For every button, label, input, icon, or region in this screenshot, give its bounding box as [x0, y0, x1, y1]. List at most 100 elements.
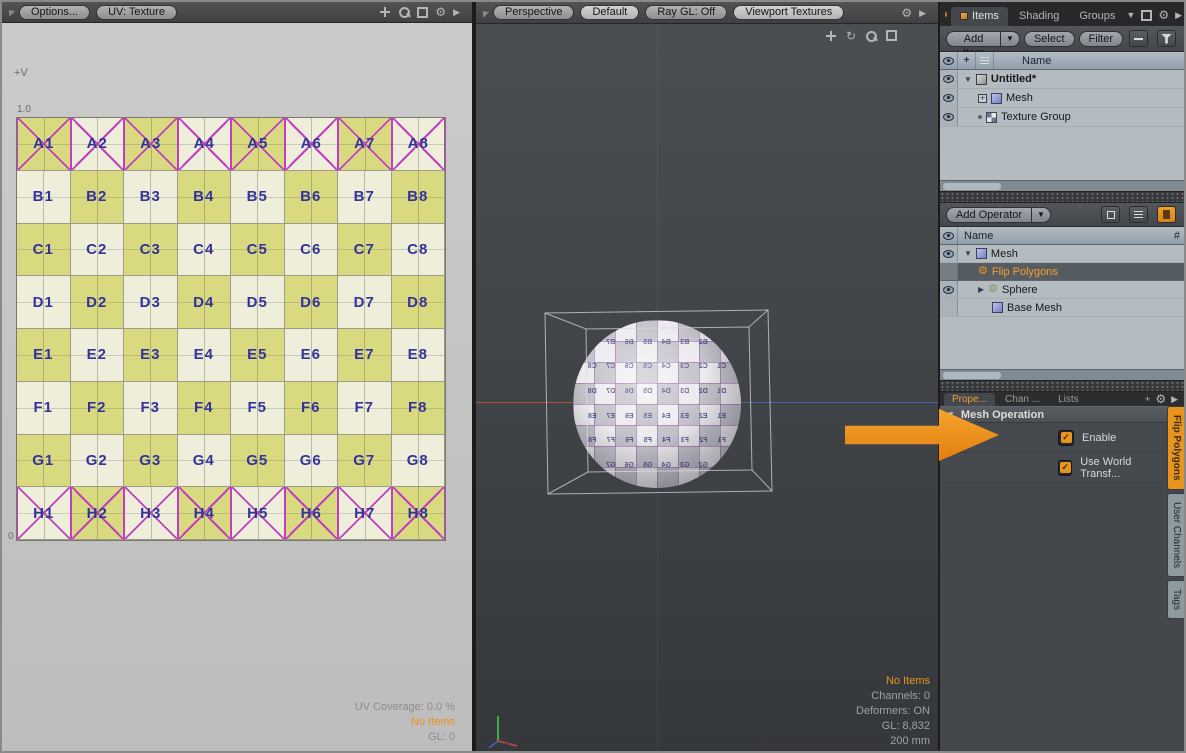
uv-cell-e6[interactable]: E6 [285, 329, 339, 382]
uv-cell-a4[interactable]: A4 [178, 118, 232, 171]
checkbox-use-world-transf[interactable]: ✓ [1058, 460, 1072, 476]
gear-icon[interactable]: ⚙ [1155, 393, 1166, 405]
count-column-header[interactable]: # [1174, 230, 1186, 242]
uv-cell-e2[interactable]: E2 [71, 329, 125, 382]
twist-right-icon[interactable]: ▶ [978, 285, 984, 294]
gear-icon[interactable]: ⚙ [1158, 9, 1169, 21]
list-row-base-mesh[interactable]: Base Mesh [940, 299, 1186, 317]
view-mode-button[interactable] [1101, 206, 1120, 223]
tab-channels[interactable]: Chan ... [997, 393, 1048, 406]
gear-icon[interactable]: ⚙ [901, 7, 912, 19]
uv-cell-h6[interactable]: H6 [285, 487, 339, 540]
uv-cell-h5[interactable]: H5 [231, 487, 285, 540]
uv-cell-e5[interactable]: E5 [231, 329, 285, 382]
ray-gl-button[interactable]: Ray GL: Off [645, 5, 727, 20]
uv-cell-e7[interactable]: E7 [338, 329, 392, 382]
uv-cell-c6[interactable]: C6 [285, 224, 339, 277]
tab-lists[interactable]: Lists [1050, 393, 1087, 406]
list-row-mesh[interactable]: ▼Mesh [940, 245, 1186, 263]
uv-cell-f5[interactable]: F5 [231, 382, 285, 435]
panel-menu-icon[interactable]: ▶ [919, 7, 926, 19]
name-column-header[interactable]: Name [958, 230, 993, 242]
maximize-icon[interactable] [886, 30, 897, 41]
uv-cell-a8[interactable]: A8 [392, 118, 446, 171]
uv-cell-a5[interactable]: A5 [231, 118, 285, 171]
uv-cell-b1[interactable]: B1 [17, 171, 71, 224]
panel-splitter[interactable] [940, 191, 1186, 203]
side-tab-user-channels[interactable]: User Channels [1167, 493, 1186, 577]
tab-items[interactable]: Items [951, 7, 1008, 26]
name-column-header[interactable]: Name [994, 55, 1051, 67]
viewport-textures-button[interactable]: Viewport Textures [733, 5, 844, 20]
uv-cell-a3[interactable]: A3 [124, 118, 178, 171]
uv-cell-f1[interactable]: F1 [17, 382, 71, 435]
tab-shading[interactable]: Shading [1010, 7, 1068, 26]
panel-menu-icon[interactable]: ▶ [1171, 393, 1178, 405]
uv-cell-g2[interactable]: G2 [71, 435, 125, 488]
select-button[interactable]: Select [1024, 31, 1075, 47]
options-button[interactable]: Options... [19, 5, 90, 20]
zoom-icon[interactable] [398, 6, 410, 18]
detach-icon[interactable] [1141, 10, 1152, 21]
uv-cell-d2[interactable]: D2 [71, 276, 125, 329]
uv-cell-g6[interactable]: G6 [285, 435, 339, 488]
uv-cell-f4[interactable]: F4 [178, 382, 232, 435]
uv-cell-a7[interactable]: A7 [338, 118, 392, 171]
uv-cell-e1[interactable]: E1 [17, 329, 71, 382]
panel-collapse-icon[interactable] [6, 7, 15, 16]
uv-cell-h7[interactable]: H7 [338, 487, 392, 540]
visibility-eye-icon[interactable] [940, 70, 958, 88]
uv-cell-d4[interactable]: D4 [178, 276, 232, 329]
zoom-icon[interactable] [865, 30, 877, 42]
operators-hscrollbar[interactable] [940, 369, 1186, 380]
uv-canvas[interactable]: +V 1.0 0.5 0 0.5 1.0 A1A2A3A4A5A6A7A8B1B… [2, 23, 472, 753]
uv-cell-f6[interactable]: F6 [285, 382, 339, 435]
filter-button[interactable]: Filter [1079, 31, 1123, 47]
visibility-eye-icon[interactable] [940, 108, 958, 126]
add-operator-dropdown-icon[interactable]: ▼ [1031, 207, 1051, 223]
uv-cell-c7[interactable]: C7 [338, 224, 392, 277]
visibility-eye-icon[interactable] [940, 245, 958, 262]
uv-cell-b8[interactable]: B8 [392, 171, 446, 224]
uv-cell-c8[interactable]: C8 [392, 224, 446, 277]
visibility-column-header[interactable] [940, 227, 958, 244]
uv-cell-d1[interactable]: D1 [17, 276, 71, 329]
shading-mode-button[interactable]: Default [580, 5, 639, 20]
panel-collapse-icon[interactable] [480, 8, 489, 17]
collapse-all-button[interactable] [1129, 30, 1148, 47]
pan-icon[interactable] [379, 6, 391, 18]
uv-cell-h4[interactable]: H4 [178, 487, 232, 540]
list-mode-button[interactable] [1129, 206, 1148, 223]
uv-cell-b6[interactable]: B6 [285, 171, 339, 224]
add-tab-icon[interactable]: + [1145, 393, 1150, 405]
new-tab-icon[interactable]: ▼ [1126, 9, 1135, 21]
add-column-header[interactable]: + [958, 52, 976, 69]
visibility-column-header[interactable] [940, 52, 958, 69]
panel-menu-icon[interactable]: ▶ [1175, 9, 1182, 21]
uv-cell-c1[interactable]: C1 [17, 224, 71, 277]
uv-cell-g7[interactable]: G7 [338, 435, 392, 488]
orbit-icon[interactable]: ↻ [846, 30, 856, 42]
mesh-operation-section-header[interactable]: ▼ Mesh Operation [940, 406, 1186, 423]
uv-cell-e3[interactable]: E3 [124, 329, 178, 382]
panel-splitter[interactable] [940, 380, 1186, 392]
expand-plus-icon[interactable]: + [978, 94, 987, 103]
uv-cell-d8[interactable]: D8 [392, 276, 446, 329]
uv-cell-b2[interactable]: B2 [71, 171, 125, 224]
uv-cell-b5[interactable]: B5 [231, 171, 285, 224]
uv-cell-b7[interactable]: B7 [338, 171, 392, 224]
uv-cell-d7[interactable]: D7 [338, 276, 392, 329]
items-hscrollbar[interactable] [940, 180, 1186, 191]
uv-cell-d5[interactable]: D5 [231, 276, 285, 329]
list-row-texture-group[interactable]: Texture Group [940, 108, 1186, 127]
uv-cell-d3[interactable]: D3 [124, 276, 178, 329]
add-item-dropdown-icon[interactable]: ▼ [1000, 31, 1020, 47]
uv-cell-e8[interactable]: E8 [392, 329, 446, 382]
filter-funnel-button[interactable] [1157, 30, 1176, 47]
uv-cell-a6[interactable]: A6 [285, 118, 339, 171]
pan-icon[interactable] [825, 30, 837, 42]
list-row-mesh[interactable]: +Mesh [940, 89, 1186, 108]
side-tab-flip-polygons[interactable]: Flip Polygons [1167, 406, 1186, 490]
checkbox-enable[interactable]: ✓ [1058, 430, 1074, 446]
uv-cell-f8[interactable]: F8 [392, 382, 446, 435]
